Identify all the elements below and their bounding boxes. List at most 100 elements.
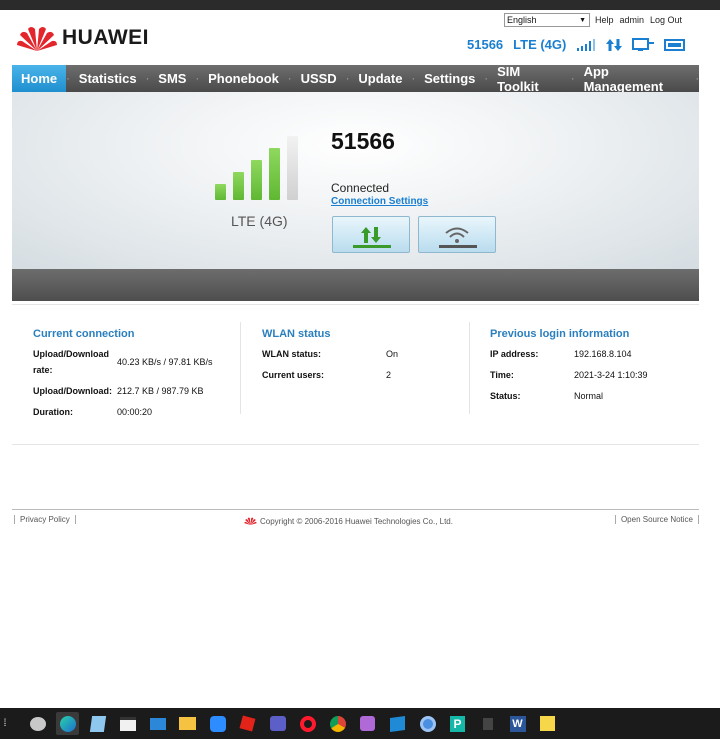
- info-value: 2: [386, 370, 392, 380]
- network-type: LTE (4G): [513, 37, 567, 52]
- signal-bar: [287, 136, 298, 200]
- footer-divider: [12, 509, 699, 510]
- info-row: Upload/Download rate: 40.23 KB/s / 97.81 …: [33, 346, 213, 378]
- zoom-icon[interactable]: [206, 712, 229, 735]
- info-label: Current users:: [262, 370, 325, 380]
- signal-bar: [215, 184, 226, 200]
- info-label: Upload/Download rate:: [33, 349, 109, 375]
- column-divider: [469, 322, 470, 414]
- logout-link[interactable]: Log Out: [650, 15, 682, 25]
- info-row: WLAN status: On: [262, 346, 398, 362]
- info-value: 2021-3-24 1:10:39: [574, 370, 648, 380]
- nav-separator: ·: [695, 72, 699, 85]
- chevron-down-icon: ▼: [579, 16, 586, 24]
- info-value: On: [386, 349, 399, 359]
- explorer-icon[interactable]: [176, 712, 199, 735]
- window-top-strip: [0, 0, 720, 10]
- hero-operator-name: 51566: [331, 128, 395, 154]
- info-label: Upload/Download:: [33, 386, 112, 396]
- tab-statistics[interactable]: Statistics: [70, 65, 146, 92]
- edge-icon[interactable]: [56, 712, 79, 735]
- tab-phonebook[interactable]: Phonebook: [199, 65, 288, 92]
- huawei-logo: HUAWEI: [16, 23, 149, 53]
- info-value: 00:00:20: [117, 407, 153, 417]
- tab-ussd[interactable]: USSD: [292, 65, 346, 92]
- tab-settings[interactable]: Settings: [415, 65, 484, 92]
- info-value: Normal: [574, 391, 604, 401]
- admin-link[interactable]: admin: [620, 15, 645, 25]
- wlan-status-title: WLAN status: [262, 328, 331, 340]
- store-icon[interactable]: [116, 712, 139, 735]
- info-label: Time:: [490, 370, 514, 380]
- huawei-flower-icon: [244, 517, 257, 526]
- signal-bar: [233, 172, 244, 200]
- opera-icon[interactable]: [296, 712, 319, 735]
- tab-app-management[interactable]: App Management: [575, 64, 696, 94]
- info-row: Status: Normal: [490, 388, 648, 404]
- status-row: 51566 LTE (4G): [467, 37, 686, 52]
- page-footer: Privacy Policy Copyright © 2006-2016 Hua…: [14, 515, 699, 529]
- start-icon[interactable]: ⁞: [0, 712, 10, 735]
- hero-network-type: LTE (4G): [231, 213, 288, 229]
- language-select-value: English: [507, 15, 537, 25]
- wifi-toggle-button[interactable]: [418, 216, 496, 253]
- info-row: Time: 2021-3-24 1:10:39: [490, 367, 648, 383]
- section-divider: [12, 304, 699, 305]
- terminal-icon[interactable]: [386, 712, 409, 735]
- tab-sms[interactable]: SMS: [149, 65, 195, 92]
- column-divider: [240, 322, 241, 414]
- signal-bar: [251, 160, 262, 200]
- app-icon[interactable]: [476, 712, 499, 735]
- logo-text: HUAWEI: [62, 26, 149, 49]
- current-connection-title: Current connection: [33, 328, 135, 340]
- wifi-icon: [445, 227, 469, 243]
- connection-settings-link[interactable]: Connection Settings: [331, 196, 428, 207]
- previous-login-title: Previous login information: [490, 328, 630, 340]
- info-label: Status:: [490, 391, 521, 401]
- tab-home[interactable]: Home: [12, 65, 67, 92]
- hero-bottom-bar: [12, 269, 699, 301]
- info-value: 40.23 KB/s / 97.81 KB/s: [117, 357, 213, 367]
- section-divider: [12, 444, 699, 445]
- notepad-icon[interactable]: [86, 712, 109, 735]
- info-label: IP address:: [490, 349, 539, 359]
- data-connection-button[interactable]: [332, 216, 410, 253]
- teams-icon[interactable]: [266, 712, 289, 735]
- wifi-indicator: [439, 245, 477, 248]
- wlan-status-section: WLAN status WLAN status: On Current users…: [262, 328, 398, 388]
- info-row: Current users: 2: [262, 367, 398, 383]
- info-label: WLAN status:: [262, 349, 321, 359]
- language-select[interactable]: English ▼: [504, 13, 590, 27]
- data-transfer-icon: [606, 38, 623, 52]
- battery-icon: [664, 38, 686, 52]
- chrome-icon[interactable]: [326, 712, 349, 735]
- help-link[interactable]: Help: [595, 15, 614, 25]
- signal-strength-graphic: [215, 136, 300, 200]
- sticky-notes-icon[interactable]: [536, 712, 559, 735]
- info-row: IP address: 192.168.8.104: [490, 346, 648, 362]
- info-row: Upload/Download: 212.7 KB / 987.79 KB: [33, 383, 213, 399]
- p-icon[interactable]: P: [446, 712, 469, 735]
- tab-sim-toolkit[interactable]: SIM Toolkit: [488, 64, 571, 94]
- copyright-text: Copyright © 2006-2016 Huawei Technologie…: [260, 516, 453, 526]
- operator-name: 51566: [467, 37, 504, 52]
- chrome-alt-icon[interactable]: [416, 712, 439, 735]
- roblox-icon[interactable]: [236, 712, 259, 735]
- pc-connection-icon: [632, 37, 655, 52]
- open-source-notice-link[interactable]: Open Source Notice: [614, 515, 699, 524]
- main-navbar: Home · Statistics · SMS · Phonebook · US…: [12, 64, 699, 94]
- privacy-policy-link[interactable]: Privacy Policy: [14, 515, 76, 524]
- windows-taskbar: ⁞ P W: [0, 708, 720, 739]
- tab-update[interactable]: Update: [349, 65, 411, 92]
- router-web-page: English ▼ Help admin Log Out HUAWEI 5156…: [0, 10, 720, 708]
- mail-icon[interactable]: [146, 712, 169, 735]
- word-icon[interactable]: W: [506, 712, 529, 735]
- previous-login-section: Previous login information IP address: 19…: [490, 328, 648, 409]
- info-row: Duration: 00:00:20: [33, 404, 213, 420]
- current-connection-section: Current connection Upload/Download rate:…: [33, 328, 213, 425]
- signal-bar: [269, 148, 280, 200]
- data-transfer-icon: [361, 226, 381, 243]
- snip-icon[interactable]: [356, 712, 379, 735]
- data-active-indicator: [353, 245, 391, 248]
- copilot-icon[interactable]: [26, 712, 49, 735]
